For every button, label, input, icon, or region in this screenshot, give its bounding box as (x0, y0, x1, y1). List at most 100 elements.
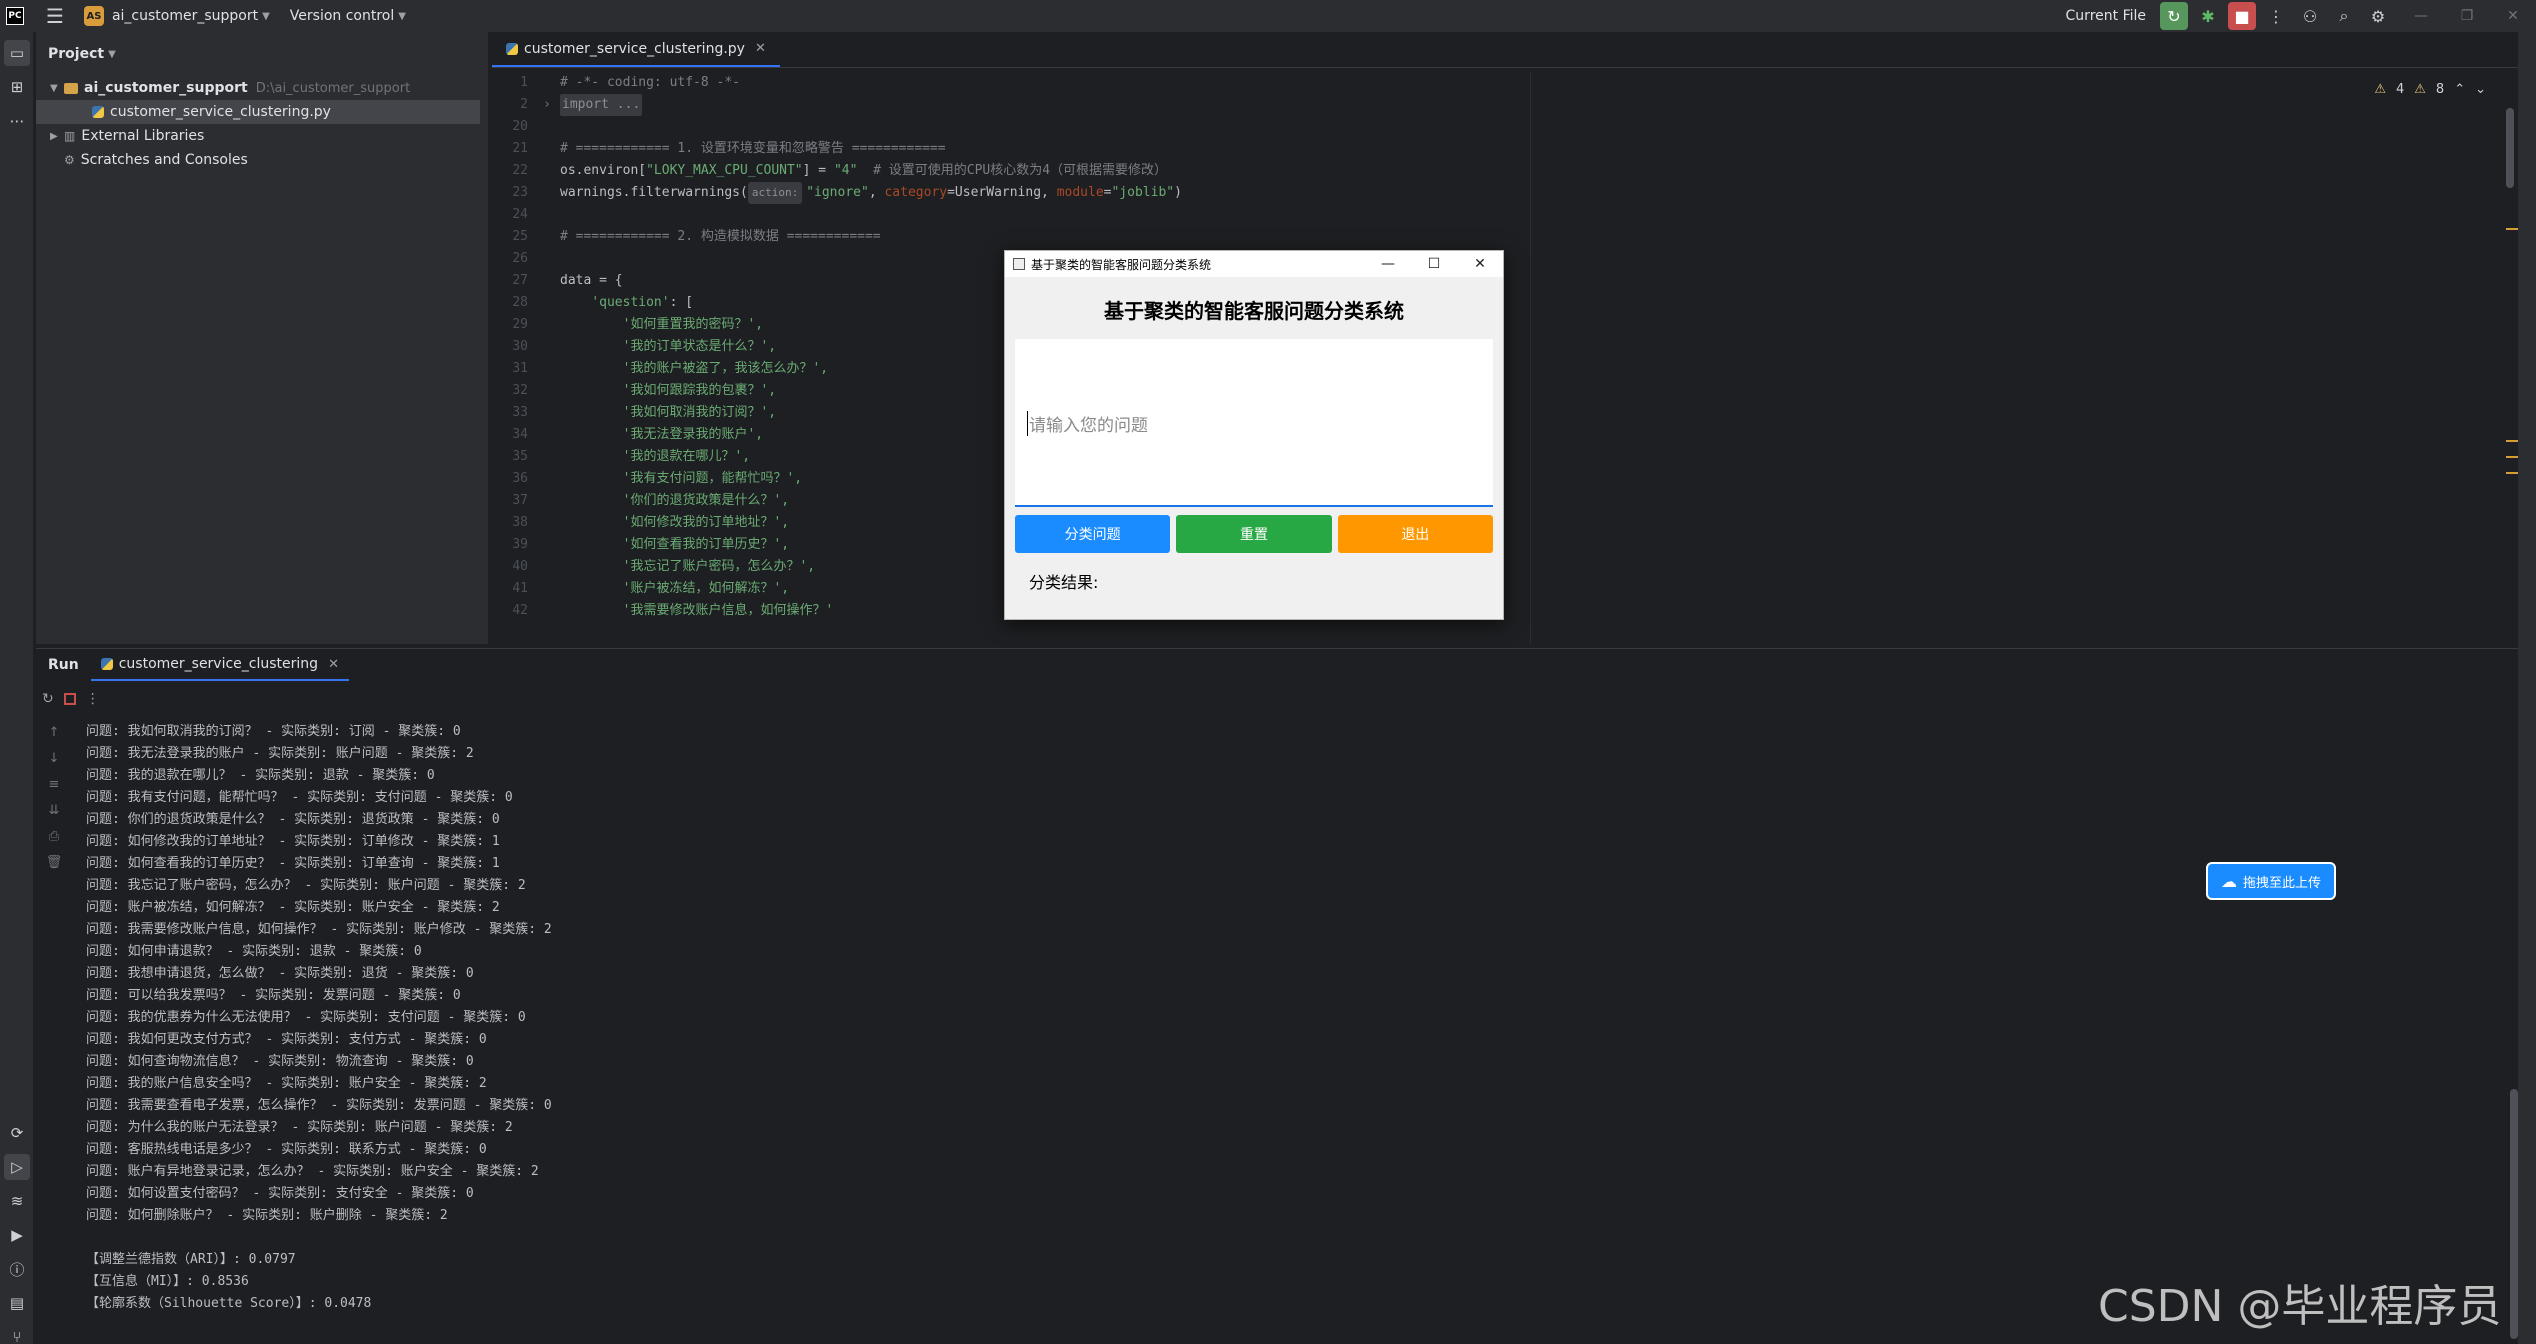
settings-icon[interactable]: ⚙ (2364, 2, 2392, 30)
dialog-window-title: 基于聚类的智能客服问题分类系统 (1031, 257, 1212, 272)
project-panel-header[interactable]: Project ▼ (36, 32, 488, 76)
classify-button[interactable]: 分类问题 (1015, 515, 1171, 553)
code-line: 22 os.environ["LOKY_MAX_CPU_COUNT"] = "4"… (512, 163, 1168, 178)
minimize-icon[interactable]: — (2398, 8, 2444, 24)
editor-scrollbar[interactable] (2506, 108, 2514, 188)
weak-warning-count: 8 (2435, 82, 2445, 97)
tree-scratches[interactable]: ⚙ Scratches and Consoles (36, 148, 488, 172)
problems-icon[interactable]: ⓘ (4, 1256, 30, 1282)
more-icon[interactable]: ⋮ (86, 691, 100, 707)
close-tab-icon[interactable]: ✕ (328, 657, 339, 672)
console-line: 问题: 如何查看我的订单历史？ - 实际类别: 订单查询 - 聚类簇: 1 (86, 856, 500, 871)
console-line: 问题: 如何修改我的订单地址？ - 实际类别: 订单修改 - 聚类簇: 1 (86, 834, 500, 849)
project-panel-title: Project (48, 46, 105, 62)
pycharm-logo-icon: PC (6, 7, 24, 25)
main-menu-icon[interactable]: ☰ (46, 4, 64, 28)
rerun-icon[interactable]: ↻ (2160, 2, 2188, 30)
error-stripe-marker[interactable] (2506, 472, 2518, 474)
project-panel: Project ▼ ▼ ai_customer_support D:\ai_cu… (36, 32, 488, 644)
rerun-icon[interactable]: ↻ (42, 691, 54, 707)
console-scrollbar[interactable] (2510, 1089, 2518, 1339)
scroll-to-end-icon[interactable]: ⇊ (42, 803, 66, 829)
warning-icon: ⚠ (2374, 82, 2386, 97)
tree-external-libraries-label: External Libraries (81, 128, 205, 144)
run-tabs: Run customer_service_clustering ✕ (36, 649, 2518, 681)
tree-external-libraries[interactable]: ▶ ▥ External Libraries (36, 124, 488, 148)
dialog-buttons: 分类问题 重置 退出 (1015, 515, 1493, 553)
window-icon (1013, 258, 1025, 270)
more-actions-icon[interactable]: ⋮ (2262, 2, 2290, 30)
title-bar: PC ☰ AS ai_customer_support ▼ Version co… (0, 0, 2536, 32)
close-icon[interactable]: ✕ (1457, 256, 1503, 272)
python-file-icon (506, 42, 518, 55)
console-line: 【轮廓系数（Silhouette Score）】: 0.0478 (86, 1296, 372, 1311)
console-line: 问题: 我需要查看电子发票，怎么操作？ - 实际类别: 发票问题 - 聚类簇: … (86, 1098, 552, 1113)
minimize-icon[interactable]: — (1365, 256, 1411, 272)
project-badge[interactable]: AS (83, 6, 104, 26)
search-icon[interactable]: ⌕ (2330, 2, 2358, 30)
more-tools-icon[interactable]: ⋯ (4, 108, 30, 134)
console-line: 问题: 我的退款在哪儿？ - 实际类别: 退款 - 聚类簇: 0 (86, 768, 435, 783)
git-icon[interactable]: ⑂ (4, 1324, 30, 1344)
reset-button[interactable]: 重置 (1176, 515, 1332, 553)
fold-icon[interactable]: › (534, 94, 560, 116)
terminal-icon[interactable]: ▤ (4, 1290, 30, 1316)
scroll-down-icon[interactable]: ↓ (42, 751, 66, 777)
code-line: 2 › import ... (492, 94, 2042, 116)
error-stripe-marker[interactable] (2506, 440, 2518, 442)
console-line: 问题: 我的优惠券为什么无法使用？ - 实际类别: 支付问题 - 聚类簇: 0 (86, 1010, 526, 1025)
tree-root-label: ai_customer_support (84, 80, 248, 96)
run-tab[interactable]: customer_service_clustering ✕ (90, 649, 349, 681)
next-highlight-icon[interactable]: ⌄ (2475, 82, 2486, 97)
add-user-icon[interactable]: ⚇ (2296, 2, 2324, 30)
stop-icon[interactable] (63, 693, 76, 705)
print-icon[interactable]: ⎙ (42, 829, 66, 855)
question-input[interactable]: 请输入您的问题 (1015, 339, 1493, 507)
services-icon[interactable]: ▶ (4, 1222, 30, 1248)
collapse-arrow-icon[interactable]: ▶ (50, 131, 64, 142)
maximize-icon[interactable]: ☐ (1411, 256, 1457, 272)
expand-arrow-icon[interactable]: ▼ (50, 83, 64, 94)
tree-file-item[interactable]: customer_service_clustering.py (36, 100, 480, 124)
console-line: 问题: 你们的退货政策是什么？ - 实际类别: 退货政策 - 聚类簇: 0 (86, 812, 500, 827)
project-switcher[interactable]: ai_customer_support (112, 8, 258, 24)
right-tool-strip (2518, 32, 2536, 1344)
inspection-widget[interactable]: ⚠ 4 ⚠ 8 ⌃ ⌄ (2374, 82, 2486, 97)
run-panel: Run customer_service_clustering ✕ ↻ ⋮ ↑ … (36, 648, 2518, 1344)
python-packages-icon[interactable]: ⟳ (4, 1120, 30, 1146)
left-tool-strip: ▭ ⊞ ⋯ ⟳ ▷ ≋ ▶ ⓘ ▤ ⑂ (0, 32, 34, 1344)
tree-root[interactable]: ▼ ai_customer_support D:\ai_customer_sup… (36, 76, 488, 100)
code-line: 20 (512, 119, 528, 134)
prev-highlight-icon[interactable]: ⌃ (2454, 82, 2465, 97)
debug-icon[interactable]: ✱ (2194, 2, 2222, 30)
chevron-down-icon: ▼ (262, 10, 270, 22)
console-line: 问题: 我如何取消我的订阅？ - 实际类别: 订阅 - 聚类簇: 0 (86, 724, 461, 739)
close-icon[interactable]: ✕ (2490, 8, 2536, 24)
question-placeholder: 请输入您的问题 (1027, 411, 1148, 436)
error-stripe-marker[interactable] (2506, 228, 2518, 230)
scroll-up-icon[interactable]: ↑ (42, 725, 66, 751)
run-tab-label: customer_service_clustering (118, 656, 319, 672)
run-tool-icon[interactable]: ▷ (4, 1154, 30, 1180)
exit-button[interactable]: 退出 (1337, 515, 1493, 553)
stop-icon[interactable]: ■ (2228, 2, 2256, 30)
chevron-down-icon: ▼ (398, 10, 406, 22)
maximize-icon[interactable]: ❐ (2444, 8, 2490, 24)
console-output[interactable]: 问题: 我如何取消我的订阅？ - 实际类别: 订阅 - 聚类簇: 0 问题: 我无… (86, 721, 552, 1315)
trash-icon[interactable]: 🗑 (42, 855, 66, 881)
dialog-titlebar[interactable]: 基于聚类的智能客服问题分类系统 — ☐ ✕ (1005, 251, 1503, 277)
library-icon: ▥ (64, 129, 76, 143)
layers-icon[interactable]: ≋ (4, 1188, 30, 1214)
console-line: 问题: 如何设置支付密码？ - 实际类别: 支付安全 - 聚类簇: 0 (86, 1186, 474, 1201)
structure-tool-icon[interactable]: ⊞ (4, 74, 30, 100)
soft-wrap-icon[interactable]: ≡ (42, 777, 66, 803)
version-control-menu[interactable]: Version control (290, 8, 394, 24)
error-stripe-marker[interactable] (2506, 456, 2518, 458)
run-config-selector[interactable]: Current File (2066, 8, 2146, 24)
upload-drop-button[interactable]: ☁ 拖拽至此上传 (2206, 862, 2336, 900)
close-tab-icon[interactable]: ✕ (755, 41, 766, 56)
console-line: 问题: 客服热线电话是多少？ - 实际类别: 联系方式 - 聚类簇: 0 (86, 1142, 487, 1157)
editor-tab[interactable]: customer_service_clustering.py ✕ (492, 32, 780, 67)
project-tool-icon[interactable]: ▭ (4, 40, 30, 66)
console-line: 问题: 可以给我发票吗？ - 实际类别: 发票问题 - 聚类簇: 0 (86, 988, 461, 1003)
